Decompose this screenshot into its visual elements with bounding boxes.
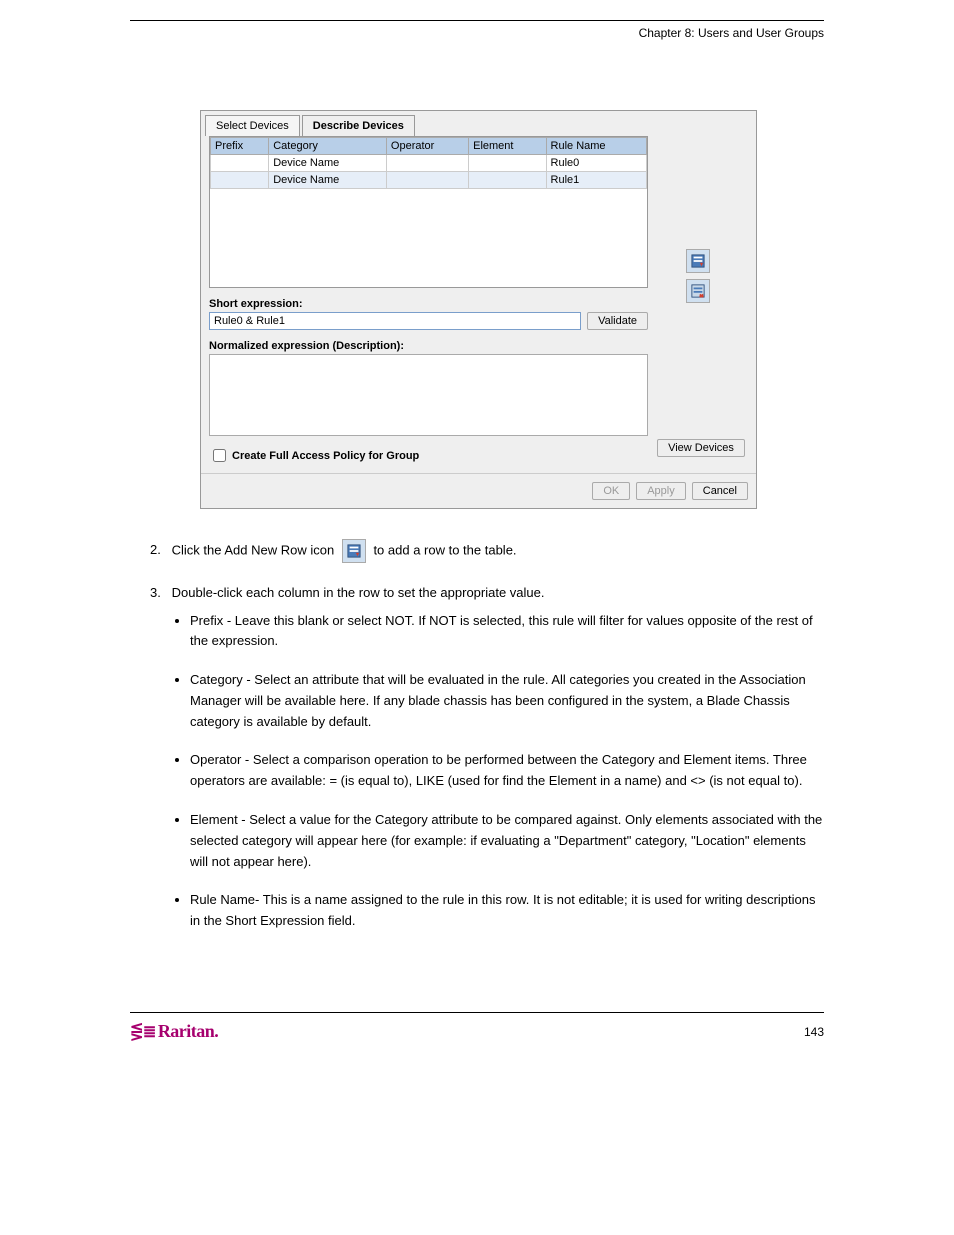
- tab-select-devices[interactable]: Select Devices: [205, 115, 300, 136]
- remove-row-icon[interactable]: [686, 279, 710, 303]
- create-full-access-policy-label: Create Full Access Policy for Group: [232, 450, 419, 462]
- validate-button[interactable]: Validate: [587, 312, 648, 330]
- raritan-logo: ⋚≣Raritan.: [130, 1021, 218, 1042]
- step-3: 3. Double-click each column in the row t…: [150, 583, 824, 603]
- col-prefix[interactable]: Prefix: [211, 138, 269, 155]
- col-rulename[interactable]: Rule Name: [546, 138, 646, 155]
- view-devices-button[interactable]: View Devices: [657, 439, 745, 457]
- add-row-icon: [342, 539, 366, 563]
- short-expression-label: Short expression:: [209, 298, 648, 310]
- list-item: Operator - Select a comparison operation…: [190, 750, 824, 792]
- step-2: 2. Click the Add New Row icon to add a r…: [150, 539, 824, 563]
- list-item: Category - Select an attribute that will…: [190, 670, 824, 732]
- list-item: Rule Name- This is a name assigned to th…: [190, 890, 824, 932]
- list-item: Prefix - Leave this blank or select NOT.…: [190, 611, 824, 653]
- table-row[interactable]: Device Name Rule1: [211, 172, 647, 189]
- table-row[interactable]: Device Name Rule0: [211, 155, 647, 172]
- col-category[interactable]: Category: [269, 138, 387, 155]
- page-number: 143: [804, 1025, 824, 1039]
- create-full-access-policy-checkbox[interactable]: [213, 449, 226, 462]
- add-row-icon[interactable]: [686, 249, 710, 273]
- col-operator[interactable]: Operator: [386, 138, 468, 155]
- normalized-expression-box: [209, 354, 648, 436]
- ok-button[interactable]: OK: [592, 482, 630, 500]
- chapter-header: Chapter 8: Users and User Groups: [130, 26, 824, 40]
- normalized-expression-label: Normalized expression (Description):: [209, 340, 648, 352]
- apply-button[interactable]: Apply: [636, 482, 686, 500]
- col-element[interactable]: Element: [469, 138, 546, 155]
- logo-glyph-icon: ⋚≣: [130, 1024, 156, 1041]
- list-item: Element - Select a value for the Categor…: [190, 810, 824, 872]
- step3-bullet-list: Prefix - Leave this blank or select NOT.…: [190, 611, 824, 933]
- tab-describe-devices[interactable]: Describe Devices: [302, 115, 415, 136]
- dialog-describe-devices: Select Devices Describe Devices Prefix C…: [200, 110, 757, 509]
- rules-table[interactable]: Prefix Category Operator Element Rule Na…: [210, 137, 647, 189]
- cancel-button[interactable]: Cancel: [692, 482, 748, 500]
- short-expression-input[interactable]: Rule0 & Rule1: [209, 312, 581, 330]
